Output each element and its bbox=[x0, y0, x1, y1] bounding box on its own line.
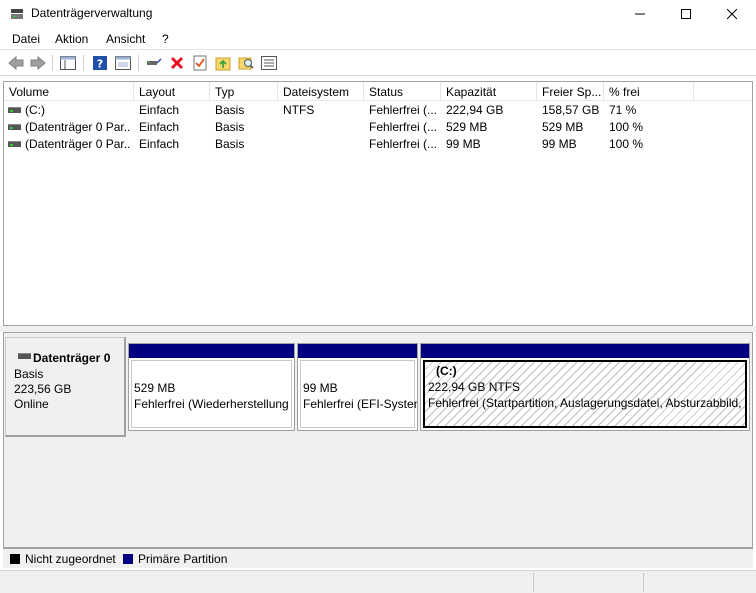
disk-state: Online bbox=[14, 397, 49, 411]
cell-typ: Basis bbox=[215, 120, 245, 134]
delete-icon[interactable] bbox=[168, 54, 186, 72]
disk-drive-icon bbox=[18, 353, 31, 359]
column-header-layout[interactable]: Layout bbox=[134, 82, 210, 101]
partition-status: Fehlerfrei (Wiederherstellung bbox=[134, 397, 289, 411]
cell-prozent-frei: 100 % bbox=[609, 137, 644, 151]
column-header-prozent-frei[interactable]: % frei bbox=[604, 82, 694, 101]
maximize-button[interactable] bbox=[663, 0, 709, 28]
back-icon[interactable] bbox=[7, 54, 25, 72]
properties-view-icon[interactable] bbox=[114, 54, 132, 72]
menu-help[interactable]: ? bbox=[162, 32, 169, 46]
status-segment bbox=[643, 573, 756, 592]
volume-drive-icon bbox=[8, 124, 21, 130]
explore-search-icon[interactable] bbox=[237, 54, 255, 72]
cell-kapazitaet: 529 MB bbox=[446, 120, 488, 134]
cell-status: Fehlerfrei (... bbox=[369, 137, 438, 151]
close-button[interactable] bbox=[709, 0, 755, 28]
cell-volume: (Datenträger 0 Par... bbox=[25, 120, 131, 134]
details-list-icon[interactable] bbox=[260, 54, 278, 72]
cell-layout: Einfach bbox=[139, 120, 180, 134]
partition-size: 529 MB bbox=[134, 381, 176, 395]
legend-swatch-primary bbox=[123, 554, 133, 564]
cell-freier-speicher: 529 MB bbox=[542, 120, 584, 134]
column-header-status[interactable]: Status bbox=[364, 82, 441, 101]
disk-graphic-view: Datenträger 0 Basis 223,56 GB Online 529… bbox=[3, 332, 753, 548]
table-row[interactable]: (Datenträger 0 Par... Einfach Basis Fehl… bbox=[4, 118, 752, 135]
partition-bar bbox=[421, 344, 749, 358]
cell-layout: Einfach bbox=[139, 137, 180, 151]
status-segment bbox=[533, 573, 643, 592]
menu-datei[interactable]: Datei bbox=[12, 32, 40, 46]
cell-prozent-frei: 100 % bbox=[609, 120, 644, 134]
help-icon[interactable]: ? bbox=[91, 54, 109, 72]
table-row[interactable]: (Datenträger 0 Par... Einfach Basis Fehl… bbox=[4, 135, 752, 152]
cell-volume: (Datenträger 0 Par... bbox=[25, 137, 131, 151]
show-hide-console-tree-icon[interactable] bbox=[59, 54, 77, 72]
partition-status: Fehlerfrei (EFI-Systen bbox=[303, 397, 418, 411]
connect-disk-icon[interactable] bbox=[145, 54, 163, 72]
status-bar bbox=[0, 570, 756, 593]
menu-aktion[interactable]: Aktion bbox=[55, 32, 88, 46]
title-bar: Datenträgerverwaltung bbox=[0, 0, 756, 28]
cell-freier-speicher: 158,57 GB bbox=[542, 103, 600, 117]
svg-text:?: ? bbox=[97, 58, 103, 71]
partition-efi[interactable]: 99 MB Fehlerfrei (EFI-Systen bbox=[297, 343, 418, 431]
column-header-dateisystem[interactable]: Dateisystem bbox=[278, 82, 364, 101]
cell-kapazitaet: 99 MB bbox=[446, 137, 481, 151]
minimize-button[interactable] bbox=[617, 0, 663, 28]
table-row[interactable]: (C:) Einfach Basis NTFS Fehlerfrei (... … bbox=[4, 101, 752, 118]
column-header-freier-speicher[interactable]: Freier Sp... bbox=[537, 82, 604, 101]
legend: Nicht zugeordnet Primäre Partition bbox=[3, 548, 753, 568]
cell-typ: Basis bbox=[215, 137, 245, 151]
legend-swatch-unallocated bbox=[10, 554, 20, 564]
menu-bar: Datei Aktion Ansicht ? bbox=[0, 28, 756, 50]
cell-prozent-frei: 71 % bbox=[609, 103, 637, 117]
partition-status: Fehlerfrei (Startpartition, Auslagerungs… bbox=[428, 396, 742, 410]
cell-layout: Einfach bbox=[139, 103, 180, 117]
column-header-volume[interactable]: Volume bbox=[4, 82, 134, 101]
cell-status: Fehlerfrei (... bbox=[369, 103, 438, 117]
check-properties-icon[interactable] bbox=[191, 54, 209, 72]
partition-c[interactable]: (C:) 222,94 GB NTFS Fehlerfrei (Startpar… bbox=[420, 343, 750, 431]
cell-freier-speicher: 99 MB bbox=[542, 137, 577, 151]
cell-kapazitaet: 222,94 GB bbox=[446, 103, 504, 117]
cell-typ: Basis bbox=[215, 103, 245, 117]
volume-drive-icon bbox=[8, 107, 21, 113]
partition-size: 222,94 GB NTFS bbox=[428, 380, 521, 394]
column-header-kapazitaet[interactable]: Kapazität bbox=[441, 82, 537, 101]
legend-label-primary: Primäre Partition bbox=[138, 552, 228, 566]
volume-drive-icon bbox=[8, 141, 21, 147]
partition-bar bbox=[129, 344, 294, 358]
disk-type: Basis bbox=[14, 367, 44, 381]
menu-ansicht[interactable]: Ansicht bbox=[106, 32, 145, 46]
cell-status: Fehlerfrei (... bbox=[369, 120, 438, 134]
disk-size: 223,56 GB bbox=[14, 382, 72, 396]
partition-size: 99 MB bbox=[303, 381, 338, 395]
cell-dateisystem: NTFS bbox=[283, 103, 315, 117]
disk-management-app-icon bbox=[9, 6, 25, 22]
disk-name: Datenträger 0 bbox=[33, 351, 111, 365]
partition-recovery[interactable]: 529 MB Fehlerfrei (Wiederherstellung bbox=[128, 343, 295, 431]
column-header-typ[interactable]: Typ bbox=[210, 82, 278, 101]
window-title: Datenträgerverwaltung bbox=[31, 6, 153, 20]
disk-info-panel[interactable]: Datenträger 0 Basis 223,56 GB Online bbox=[5, 337, 126, 437]
toolbar: ? bbox=[0, 50, 756, 76]
volume-list[interactable]: Volume Layout Typ Dateisystem Status Kap… bbox=[3, 81, 753, 326]
forward-icon[interactable] bbox=[29, 54, 47, 72]
partition-bar bbox=[298, 344, 417, 358]
column-header-filler bbox=[694, 82, 752, 101]
cell-volume: (C:) bbox=[25, 103, 45, 117]
open-folder-icon[interactable] bbox=[214, 54, 232, 72]
partition-title: (C:) bbox=[436, 364, 457, 378]
legend-label-unallocated: Nicht zugeordnet bbox=[25, 552, 116, 566]
